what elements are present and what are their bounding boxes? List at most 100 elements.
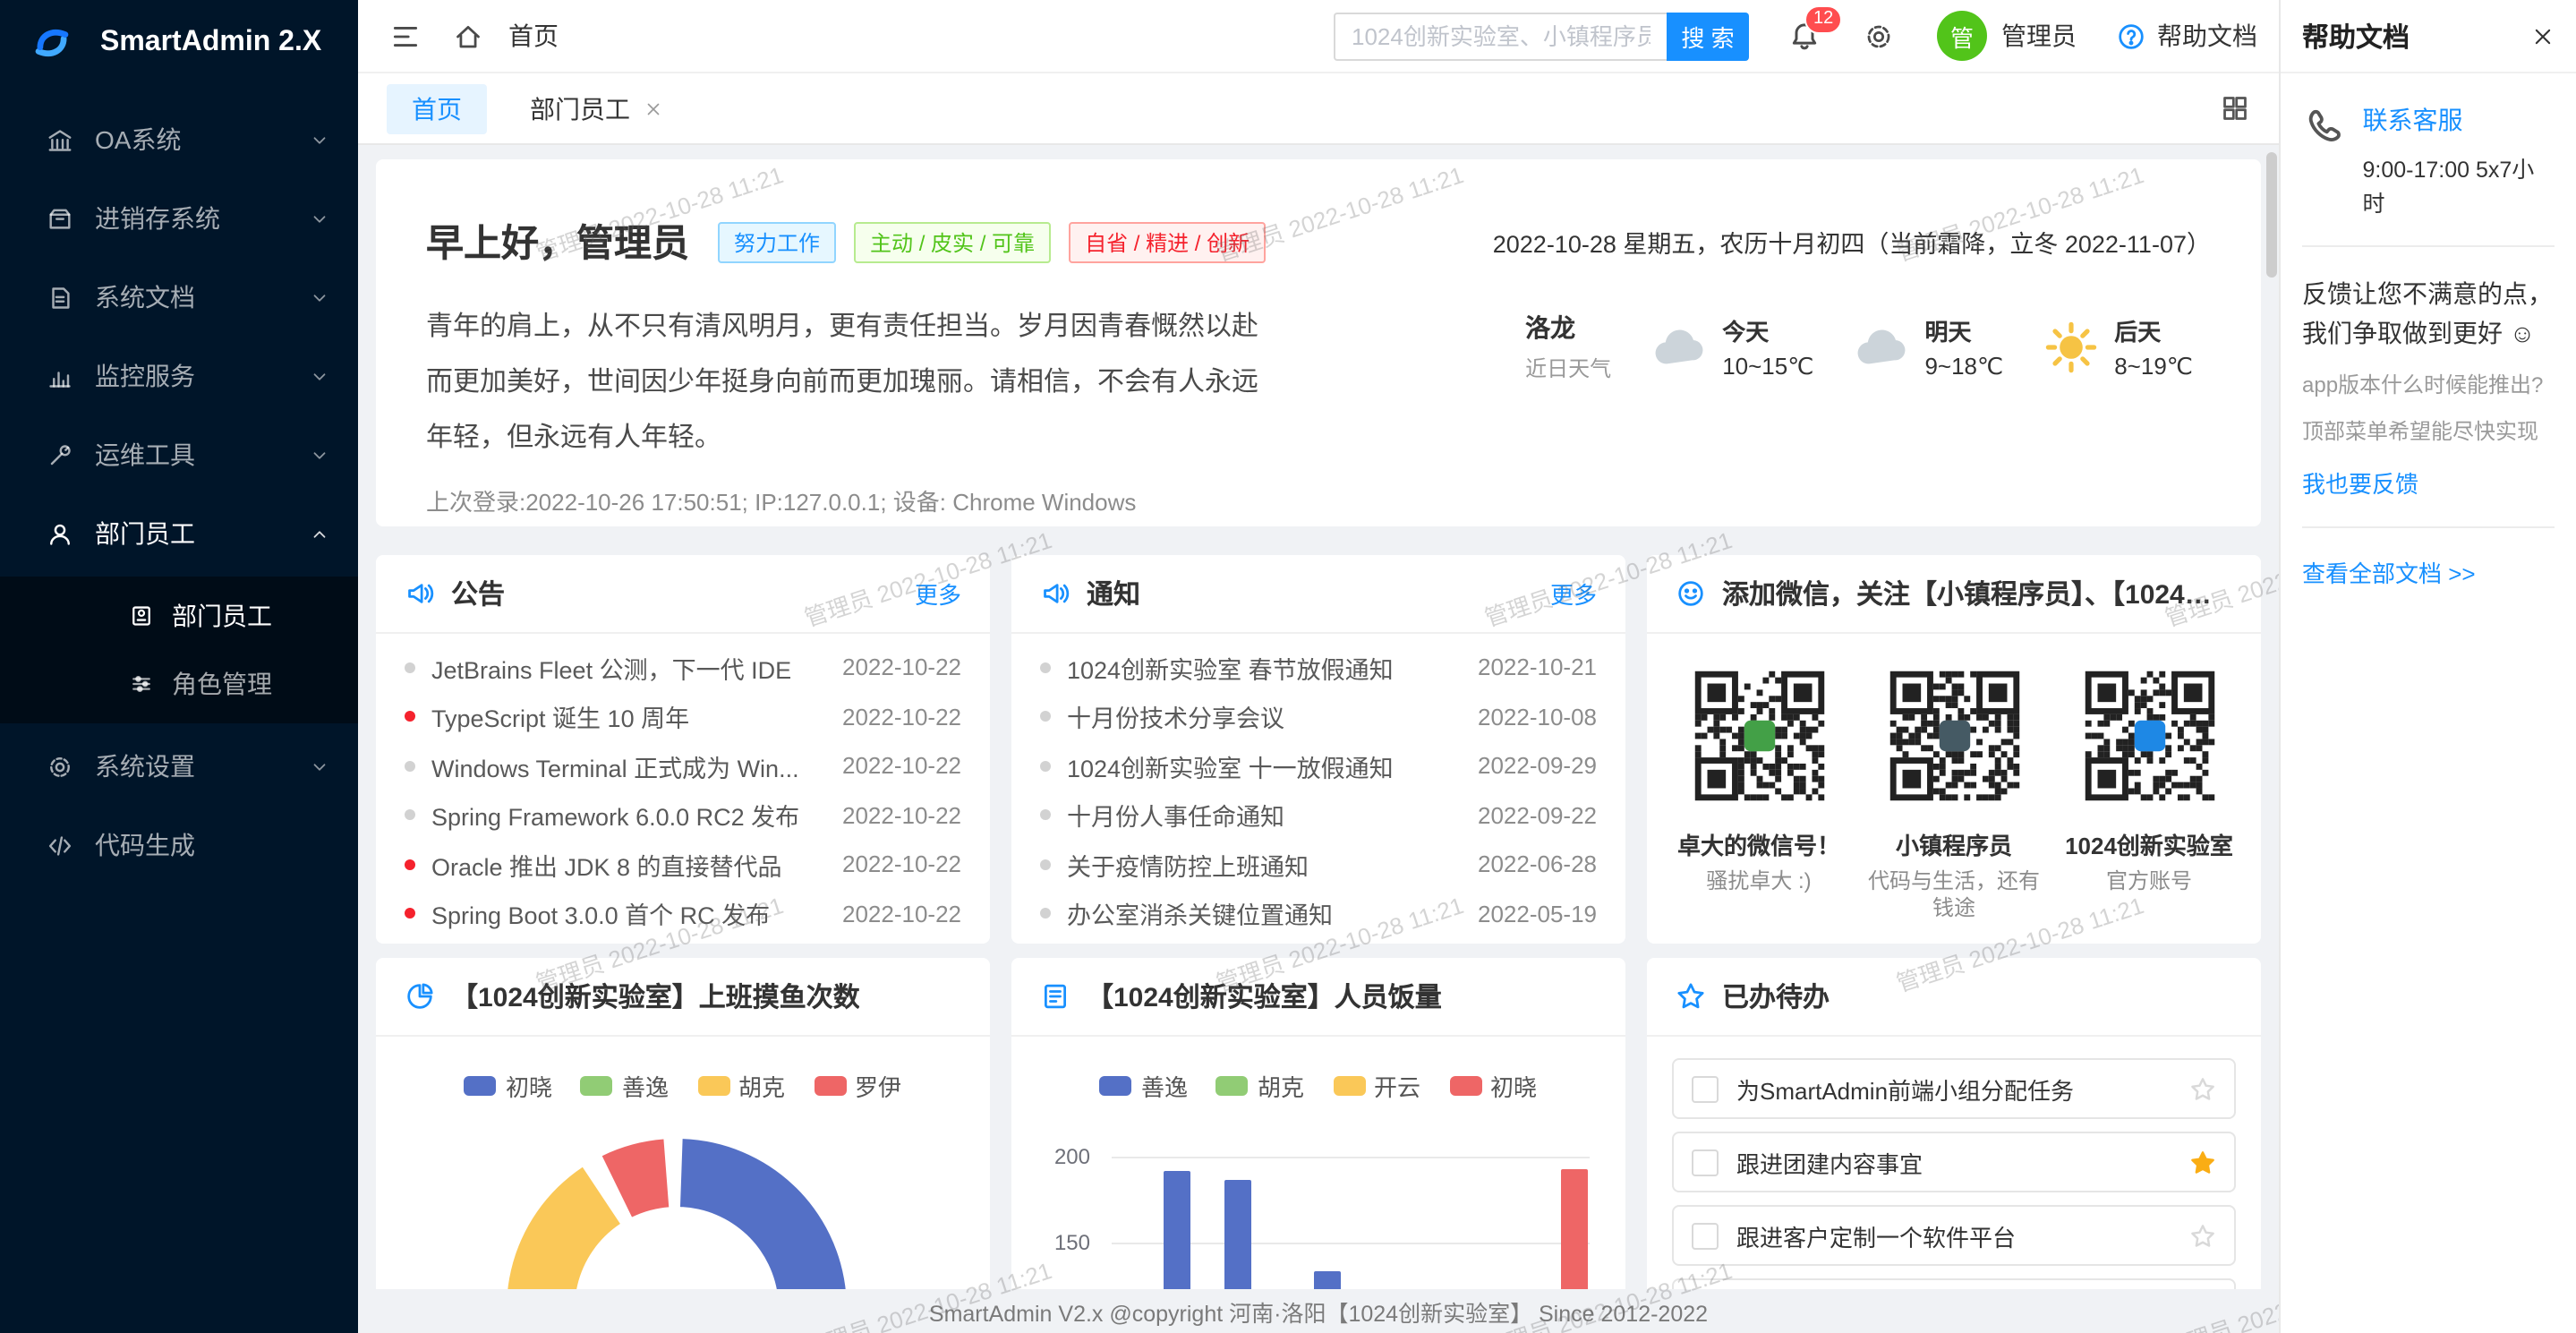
search-input[interactable] bbox=[1334, 12, 1667, 60]
content-area: 早上好，管理员 努力工作主动 / 皮实 / 可靠自省 / 精进 / 创新 202… bbox=[358, 145, 2279, 1333]
list-item-title: 1024创新实验室 春节放假通知 bbox=[1067, 650, 1462, 686]
list-item-title: Spring Framework 6.0.0 RC2 发布 bbox=[431, 798, 826, 833]
tab-home[interactable]: 首页 bbox=[387, 83, 487, 133]
qr-block-2: 1024创新实验室官方账号 bbox=[2054, 659, 2244, 922]
help-panel-title: 帮助文档 bbox=[2302, 17, 2410, 55]
list-item-date: 2022-10-22 bbox=[842, 704, 961, 731]
todo-star-icon[interactable] bbox=[2189, 1149, 2216, 1175]
list-item[interactable]: 关于疫情防控上班通知2022-06-28 bbox=[1040, 840, 1597, 889]
qr-caption-sub: 骚扰卓大 :) bbox=[1664, 868, 1854, 895]
chevron-down-icon bbox=[310, 287, 329, 307]
user-name[interactable]: 管理员 bbox=[2001, 18, 2077, 54]
ops-icon bbox=[47, 441, 73, 468]
list-item[interactable]: 1024创新实验室 春节放假通知2022-10-21 bbox=[1040, 643, 1597, 692]
doc-icon bbox=[47, 284, 73, 311]
cloud-icon bbox=[1853, 318, 1910, 375]
todo-checkbox[interactable] bbox=[1692, 1149, 1719, 1175]
list-item-date: 2022-06-28 bbox=[1478, 851, 1597, 878]
notifications-button[interactable]: 12 bbox=[1788, 20, 1821, 52]
qr-code bbox=[1877, 659, 2031, 813]
todo-checkbox[interactable] bbox=[1692, 1075, 1719, 1102]
list-item[interactable]: 十月份人事任命通知2022-09-22 bbox=[1040, 790, 1597, 840]
list-item[interactable]: 1024创新实验室 十一放假通知2022-09-29 bbox=[1040, 741, 1597, 790]
legend-item[interactable]: 善逸 bbox=[1100, 1069, 1188, 1103]
todo-star-icon[interactable] bbox=[2189, 1075, 2216, 1102]
card-title: 公告 bbox=[451, 575, 505, 612]
legend-item[interactable]: 胡克 bbox=[1216, 1069, 1304, 1103]
tab-options-grid-icon[interactable] bbox=[2220, 93, 2250, 124]
weather-day-tomorrow: 明天 9~18℃ bbox=[1853, 312, 2003, 380]
feedback-action-link[interactable]: 我也要反馈 bbox=[2302, 466, 2555, 500]
legend-label: 罗伊 bbox=[855, 1069, 901, 1103]
todo-checkbox[interactable] bbox=[1692, 1222, 1719, 1249]
list-item[interactable]: 十月份技术分享会议2022-10-08 bbox=[1040, 692, 1597, 741]
help-doc-button[interactable]: 帮助文档 bbox=[2116, 18, 2257, 54]
legend-item[interactable]: 善逸 bbox=[581, 1069, 669, 1103]
home-icon[interactable] bbox=[453, 21, 483, 51]
tab-dept-staff[interactable]: 部门员工 bbox=[505, 83, 687, 133]
legend-item[interactable]: 初晓 bbox=[465, 1069, 552, 1103]
list-item-title: JetBrains Fleet 公测，下一代 IDE bbox=[431, 650, 826, 686]
view-all-docs-link[interactable]: 查看全部文档 >> bbox=[2302, 555, 2555, 589]
feedback-item-2[interactable]: 顶部菜单希望能尽快实现 bbox=[2302, 415, 2555, 446]
sidebar-item-1[interactable]: 进销存系统 bbox=[0, 183, 358, 254]
list-item-date: 2022-05-19 bbox=[1478, 901, 1597, 927]
donut-legend: 初晓善逸胡克 罗伊 bbox=[376, 1069, 990, 1103]
logo[interactable]: SmartAdmin 2.X bbox=[0, 0, 358, 86]
sidebar-item-3[interactable]: 监控服务 bbox=[0, 340, 358, 412]
list-item[interactable]: Spring Framework 6.0.0 RC2 发布2022-10-22 bbox=[405, 790, 961, 840]
weather-label: 近日天气 bbox=[1525, 353, 1611, 383]
contact-support-link[interactable]: 联系客服 bbox=[2363, 102, 2555, 138]
divider bbox=[2302, 526, 2555, 528]
list-item-date: 2022-10-22 bbox=[842, 753, 961, 780]
breadcrumb[interactable]: 首页 bbox=[508, 18, 559, 54]
sidebar-item-label: 部门员工 bbox=[95, 516, 310, 551]
submenu: 部门员工角色管理 bbox=[0, 577, 358, 723]
gray-dot bbox=[1040, 859, 1051, 870]
sidebar-item-0[interactable]: OA系统 bbox=[0, 104, 358, 175]
sidebar-item-7[interactable]: 代码生成 bbox=[0, 809, 358, 881]
notice-list: 1024创新实验室 春节放假通知2022-10-21十月份技术分享会议2022-… bbox=[1011, 634, 1625, 938]
sidebar-menu: OA系统进销存系统系统文档监控服务运维工具部门员工部门员工角色管理系统设置代码生… bbox=[0, 86, 358, 1333]
search-button[interactable]: 搜 索 bbox=[1667, 12, 1749, 60]
announcement-more-link[interactable]: 更多 bbox=[915, 577, 961, 611]
sidebar-item-5[interactable]: 部门员工 bbox=[0, 498, 358, 569]
help-panel-header: 帮助文档 bbox=[2281, 0, 2576, 73]
submenu-item-1[interactable]: 角色管理 bbox=[0, 650, 358, 718]
list-item[interactable]: Windows Terminal 正式成为 Win...2022-10-22 bbox=[405, 741, 961, 790]
user-avatar[interactable]: 管 bbox=[1937, 11, 1987, 61]
list-item[interactable]: TypeScript 诞生 10 周年2022-10-22 bbox=[405, 692, 961, 741]
chevron-down-icon bbox=[310, 209, 329, 228]
todo-item-1[interactable]: 跟进团建内容事宜 bbox=[1672, 1132, 2236, 1192]
list-item[interactable]: Spring Boot 3.0.0 首个 RC 发布2022-10-22 bbox=[405, 889, 961, 938]
settings-gear-icon[interactable] bbox=[1864, 21, 1894, 51]
sidebar-item-2[interactable]: 系统文档 bbox=[0, 261, 358, 333]
todo-item-2[interactable]: 跟进客户定制一个软件平台 bbox=[1672, 1205, 2236, 1266]
sidebar-item-4[interactable]: 运维工具 bbox=[0, 419, 358, 491]
list-item[interactable]: JetBrains Fleet 公测，下一代 IDE2022-10-22 bbox=[405, 643, 961, 692]
todo-item-0[interactable]: 为SmartAdmin前端小组分配任务 bbox=[1672, 1058, 2236, 1119]
notice-more-link[interactable]: 更多 bbox=[1550, 577, 1597, 611]
feedback-item-1[interactable]: app版本什么时候能推出? bbox=[2302, 369, 2555, 399]
scrollbar-thumb[interactable] bbox=[2266, 152, 2277, 278]
legend-item[interactable]: 初晓 bbox=[1449, 1069, 1537, 1103]
submenu-item-0[interactable]: 部门员工 bbox=[0, 582, 358, 650]
greeting-title: 早上好，管理员 bbox=[426, 215, 689, 269]
donut-chart bbox=[376, 958, 990, 1333]
list-item-title: Oracle 推出 JDK 8 的直接替代品 bbox=[431, 847, 826, 883]
monitor-icon bbox=[47, 363, 73, 389]
legend-item[interactable]: 胡克 bbox=[697, 1069, 785, 1103]
close-panel-icon[interactable] bbox=[2531, 24, 2555, 47]
close-tab-icon[interactable] bbox=[644, 99, 662, 117]
collapse-menu-icon[interactable] bbox=[390, 21, 421, 51]
weather-day-today: 今天 10~15℃ bbox=[1651, 312, 1813, 380]
inventory-icon bbox=[47, 205, 73, 232]
list-item[interactable]: Oracle 推出 JDK 8 的直接替代品2022-10-22 bbox=[405, 840, 961, 889]
top-header: 首页 搜 索 12 管 管理员 帮助文档 bbox=[358, 0, 2279, 73]
legend-item[interactable]: 开云 bbox=[1333, 1069, 1420, 1103]
todo-star-icon[interactable] bbox=[2189, 1222, 2216, 1249]
scrollbar[interactable] bbox=[2265, 145, 2279, 1333]
list-item[interactable]: 办公室消杀关键位置通知2022-05-19 bbox=[1040, 889, 1597, 938]
sidebar-item-6[interactable]: 系统设置 bbox=[0, 731, 358, 802]
legend-item[interactable]: 罗伊 bbox=[814, 1069, 901, 1103]
